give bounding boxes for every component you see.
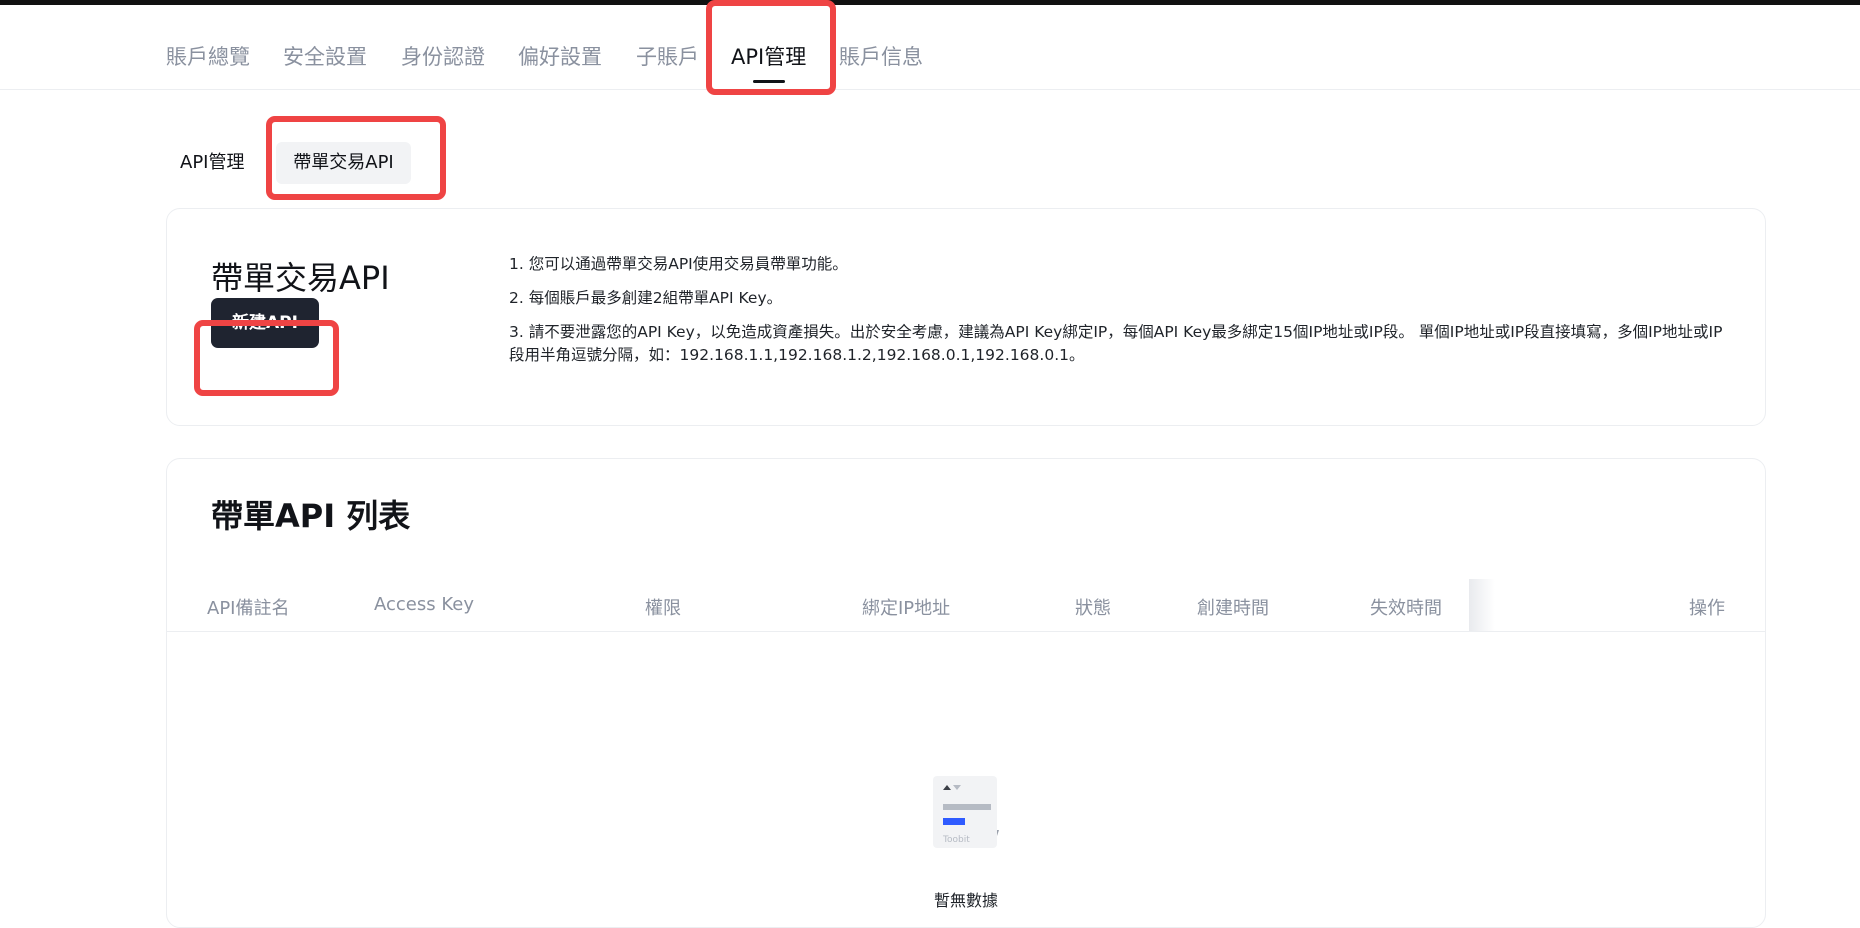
column-header-created-time: 創建時間 [1197, 598, 1269, 619]
column-header-bound-ip: 綁定IP地址 [862, 598, 951, 619]
tab-sub-accounts[interactable]: 子賬戶 [636, 41, 699, 71]
fixed-column-shadow [1469, 579, 1495, 631]
column-header-access-key: Access Key [374, 594, 474, 615]
subtab-api-management[interactable]: API管理 [180, 142, 244, 184]
api-list-card: 帶單API 列表 API備註名 Access Key 權限 綁定IP地址 狀態 … [166, 458, 1766, 928]
active-tab-underline [753, 80, 785, 83]
column-header-status: 狀態 [1075, 598, 1111, 619]
tip-item: 3. 請不要泄露您的API Key，以免造成資產損失。出於安全考慮，建議為API… [509, 323, 1723, 364]
column-header-expiry-time: 失效時間 [1370, 598, 1442, 619]
tab-account-info[interactable]: 賬戶信息 [839, 41, 923, 71]
tip-item: 2. 每個賬戶最多創建2組帶單API Key。 [509, 289, 783, 307]
tab-security-settings[interactable]: 安全設置 [283, 41, 367, 71]
intro-card: 帶單交易API 新建API 1. 您可以通過帶單交易API使用交易員帶單功能。 … [166, 208, 1766, 426]
intro-card-title: 帶單交易API [211, 259, 390, 297]
column-header-remark: API備註名 [207, 598, 290, 619]
api-list-title: 帶單API 列表 [211, 497, 411, 535]
table-header: API備註名 Access Key 權限 綁定IP地址 狀態 創建時間 失效時間… [167, 582, 1765, 632]
column-header-permissions: 權限 [645, 598, 681, 619]
tab-preferences[interactable]: 偏好設置 [518, 41, 602, 71]
subtab-copy-trading-api[interactable]: 帶單交易API [276, 142, 411, 184]
tips-list: 1. 您可以通過帶單交易API使用交易員帶單功能。 2. 每個賬戶最多創建2組帶… [509, 253, 1737, 367]
tip-item: 1. 您可以通過帶單交易API使用交易員帶單功能。 [509, 255, 848, 273]
empty-state-text: 暫無數據 [933, 891, 998, 910]
tab-account-overview[interactable]: 賬戶總覽 [166, 41, 250, 71]
tab-identity-verification[interactable]: 身份認證 [401, 41, 485, 71]
empty-state-icon: Toobit [933, 776, 999, 848]
column-header-actions: 操作 [1689, 598, 1725, 619]
tab-api-management[interactable]: API管理 [731, 41, 806, 71]
top-nav: 賬戶總覽 安全設置 身份認證 偏好設置 子賬戶 API管理 賬戶信息 [0, 5, 1860, 90]
new-api-button[interactable]: 新建API [211, 298, 319, 348]
empty-icon-caption: Toobit [942, 835, 970, 845]
